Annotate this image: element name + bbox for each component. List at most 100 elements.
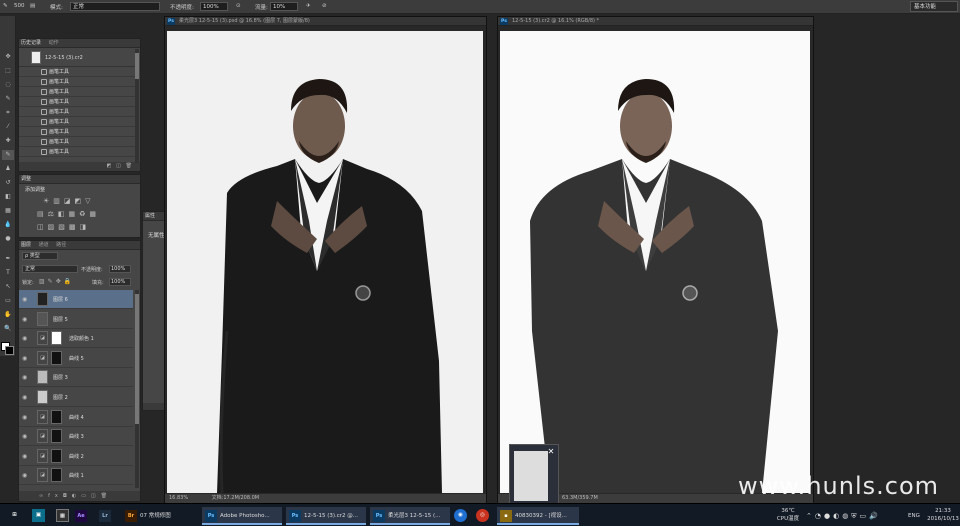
mode-select[interactable]: 正常 [70,2,160,11]
history-item[interactable]: 画笔工具 [19,148,137,157]
opacity-input[interactable]: 100% [200,2,228,11]
lock-icons[interactable]: ▨✎✥🔒 [39,278,74,285]
tab-history[interactable]: 历史记录 [21,40,41,46]
tab-properties[interactable]: 属性 [145,213,155,219]
layer-row[interactable]: ◉ 图层 3 [19,368,133,388]
tab-adjustments[interactable]: 调整 [21,176,31,182]
quick-select-tool-icon[interactable]: ✎ [2,94,14,104]
taskbar-item-photoshop[interactable]: Ps Adobe Photosho... [202,507,282,525]
layer-row[interactable]: ◉ ◪ 曲线 5 [19,349,133,368]
tab-actions[interactable]: 动作 [49,40,59,46]
visibility-eye-icon[interactable]: ◉ [22,394,27,401]
airbrush-icon[interactable]: ✈ [306,3,311,9]
layer-row[interactable]: ◉ 图层 2 [19,388,133,407]
document-tab-right[interactable]: Ps 12-5-15 (3).cr2 @ 16.1% (RGB/8) * [498,17,813,26]
tab-layers[interactable]: 图层 [21,242,31,248]
history-brush-tool-icon[interactable]: ↺ [2,178,14,188]
crop-tool-icon[interactable]: ⌗ [2,108,14,118]
new-snapshot-icon[interactable]: ◫ [116,163,121,169]
background-color-swatch[interactable] [5,346,14,355]
shape-tool-icon[interactable]: ▭ [2,296,14,306]
layer-mask-thumbnail[interactable] [51,448,62,463]
tray-icons[interactable]: ⌃◔●◐◍⛨▭🔊 [806,512,881,521]
history-item[interactable]: 画笔工具 [19,128,137,137]
layer-mask-thumbnail[interactable] [51,331,62,346]
fill-input[interactable]: 100% [109,278,131,286]
layer-mask-thumbnail[interactable] [51,409,62,424]
taskbar-thumbnail-preview[interactable]: ✕ [509,444,559,504]
link-layers-icon[interactable]: ∞ [39,493,48,499]
cpu-temp[interactable]: 36℃ CPU温度 [775,507,801,523]
healing-tool-icon[interactable]: ✚ [2,136,14,146]
history-item[interactable]: 画笔工具 [19,68,137,77]
layer-mask-thumbnail[interactable] [51,468,62,483]
layer-row[interactable]: ◉ 图层 6 [19,290,133,309]
history-scrollbar[interactable] [135,49,139,163]
eraser-tool-icon[interactable]: ◧ [2,192,14,202]
snapshot-from-state-icon[interactable]: ◩ [107,163,112,169]
taskbar-item-lr[interactable]: Lr [96,507,118,525]
layer-row[interactable]: ◉ ◪ 曲线 1 [19,466,133,486]
visibility-eye-icon[interactable]: ◉ [22,335,27,342]
history-item[interactable]: 画笔工具 [19,138,137,147]
hand-tool-icon[interactable]: ✋ [2,310,14,320]
document-tab-left[interactable]: Ps 柔光层3 12-5-15 (3).psd @ 16.8% (图层 7, 图层… [165,17,486,26]
brush-size[interactable]: 500 [14,3,25,9]
flow-input[interactable]: 10% [270,2,298,11]
zoom-level-left[interactable]: 16.83% [169,495,188,501]
taskbar-item-im[interactable]: ▪ 40830392 - [视设... [497,507,579,525]
adjustment-icons-row-1[interactable]: ☀▥◪◩▽ [43,197,95,205]
stamp-tool-icon[interactable]: ♟ [2,164,14,174]
visibility-eye-icon[interactable]: ◉ [22,355,27,362]
visibility-eye-icon[interactable]: ◉ [22,316,27,323]
layer-thumbnail[interactable] [37,390,48,404]
layer-thumbnail[interactable] [37,311,48,326]
clock[interactable]: 21:33 2016/10/13 [926,507,960,523]
pressure-opacity-icon[interactable]: ⊙ [236,3,241,9]
app-icon-1[interactable]: ▣ [32,509,45,522]
pen-tool-icon[interactable]: ✒ [2,254,14,264]
marquee-tool-icon[interactable]: ⬚ [2,66,14,76]
visibility-eye-icon[interactable]: ◉ [22,414,27,421]
pressure-size-icon[interactable]: ⊘ [322,3,327,9]
layers-scrollbar[interactable] [135,290,139,488]
history-snapshot[interactable]: 12-5-15 (3).cr2 [19,49,137,67]
brush-tool-icon[interactable]: ✎ [3,3,8,9]
visibility-eye-icon[interactable]: ◉ [22,453,27,460]
layer-row[interactable]: ◉ ◪ 曲线 2 [19,447,133,466]
new-layer-icon[interactable]: ◫ [91,493,101,499]
taskbar-item-br[interactable]: Br 07 常规修图 [122,507,198,525]
layer-row[interactable]: ◉ ◪ 曲线 4 [19,408,133,427]
tab-paths[interactable]: 路径 [56,242,66,248]
new-adjustment-icon[interactable]: ◐ [72,493,81,499]
visibility-eye-icon[interactable]: ◉ [22,433,27,440]
brush-tool-icon[interactable]: ✎ [2,150,14,160]
taskbar-item-ae[interactable]: Ae [72,507,94,525]
workspace-select[interactable]: 基本功能 [910,1,958,12]
doc-info-left[interactable]: 文档:17.2M/208.0M [212,495,259,501]
layer-style-icon[interactable]: fx [48,493,63,499]
add-mask-icon[interactable]: ◘ [63,493,72,499]
layer-row[interactable]: ◉ 图层 5 [19,310,133,329]
doc-info-right[interactable]: 63.3M/359.7M [562,495,598,501]
adjustment-icons-row-2[interactable]: ▤⚖◧▦♻▦ [37,210,100,218]
visibility-eye-icon[interactable]: ◉ [22,296,27,303]
browser-icon[interactable]: ◉ [454,509,467,522]
new-group-icon[interactable]: ▭ [81,493,91,499]
layer-opacity-input[interactable]: 100% [109,265,131,273]
history-item[interactable]: 画笔工具 [19,78,137,87]
language-indicator[interactable]: ENG [908,513,920,519]
eyedropper-tool-icon[interactable]: ⁄ [2,122,14,132]
layer-mask-thumbnail[interactable] [51,429,62,444]
type-tool-icon[interactable]: T [2,268,14,278]
zoom-tool-icon[interactable]: 🔍 [2,324,14,334]
dodge-tool-icon[interactable]: ● [2,234,14,244]
path-select-tool-icon[interactable]: ↖ [2,282,14,292]
layer-thumbnail[interactable] [37,370,48,385]
layer-row[interactable]: ◉ ◪ 选取颜色 1 [19,329,133,349]
layer-filter-select[interactable]: ρ 类型 [22,252,58,260]
trash-icon[interactable]: 🗑 [126,163,132,169]
gradient-tool-icon[interactable]: ▦ [2,206,14,216]
layer-row[interactable]: ◉ ◪ 曲线 3 [19,427,133,447]
layer-mask-thumbnail[interactable] [51,350,62,365]
